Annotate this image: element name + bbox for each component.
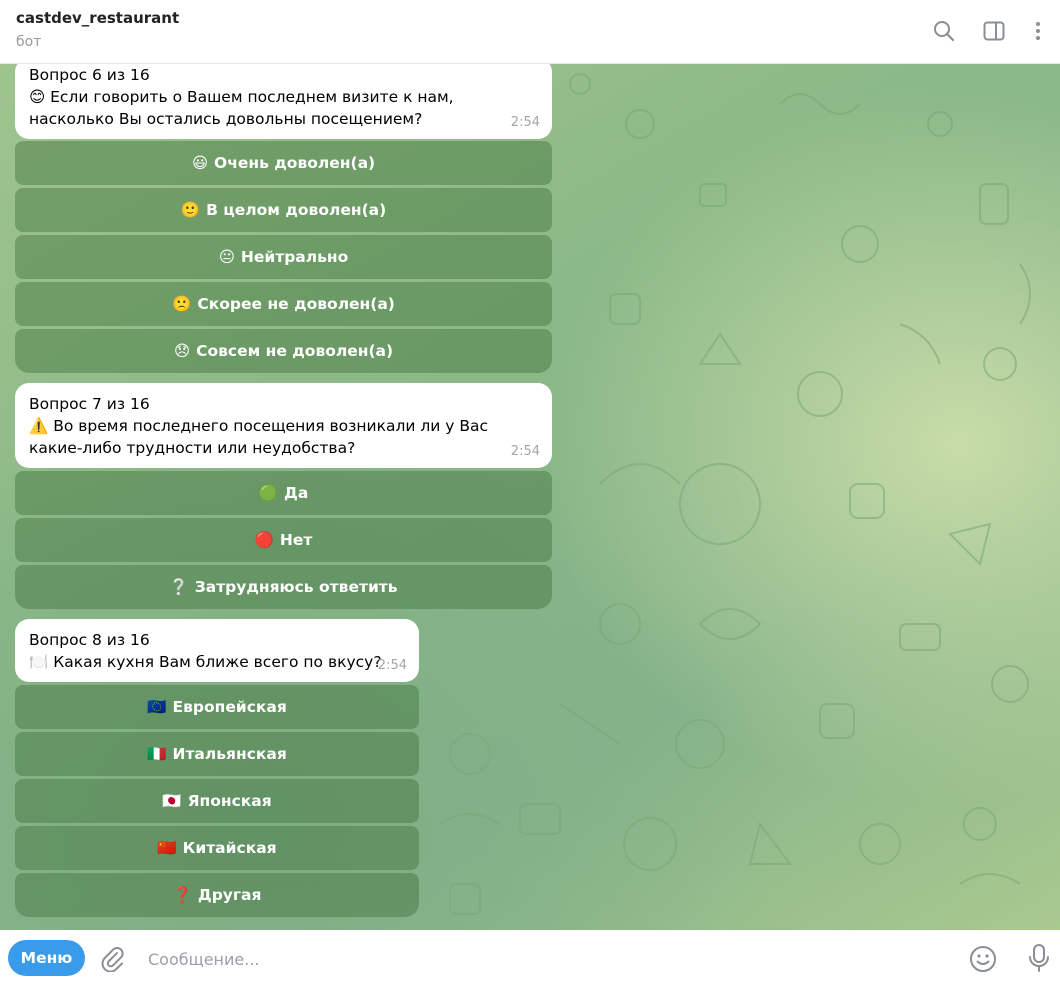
answer-button[interactable]: 🟢 Да	[15, 471, 552, 515]
question-counter: Вопрос 8 из 16	[29, 631, 150, 649]
neutral-face-icon: 😐	[218, 248, 235, 266]
answer-label: Скорее не доволен(а)	[197, 295, 395, 313]
answer-label: Итальянская	[172, 745, 287, 763]
answer-label: Японская	[187, 792, 272, 810]
message-bubble: Вопрос 8 из 16 🍽️ Какая кухня Вам ближе …	[15, 619, 419, 682]
sidebar-toggle-icon[interactable]	[981, 18, 1007, 44]
menu-button[interactable]: Меню	[8, 940, 85, 976]
answer-button[interactable]: 🔴 Нет	[15, 518, 552, 562]
paperclip-icon[interactable]	[98, 944, 126, 973]
green-circle-icon: 🟢	[258, 484, 279, 502]
answer-label: Очень доволен(а)	[214, 154, 376, 172]
answer-button[interactable]: 😐 Нейтрально	[15, 235, 552, 279]
message-time: 2:54	[377, 658, 407, 673]
answer-button[interactable]: 🇪🇺 Европейская	[15, 685, 419, 729]
emoji-icon[interactable]	[968, 944, 998, 974]
message-body: Во время последнего посещения возникали …	[29, 417, 489, 457]
message-text: ⚠️ Во время последнего посещения возника…	[29, 415, 538, 459]
message-body: Какая кухня Вам ближе всего по вкусу?	[53, 653, 382, 671]
message-text: 🍽️ Какая кухня Вам ближе всего по вкусу?	[29, 651, 405, 673]
answer-button[interactable]: ❓ Другая	[15, 873, 419, 917]
slight-smile-icon: 🙂	[180, 201, 201, 219]
answer-label: Нейтрально	[240, 248, 349, 266]
chat-header: castdev_restaurant бот	[0, 0, 1060, 64]
search-icon[interactable]	[931, 18, 957, 44]
answer-button[interactable]: 🇮🇹 Итальянская	[15, 732, 419, 776]
warning-icon: ⚠️	[29, 417, 49, 435]
chat-title[interactable]: castdev_restaurant	[16, 9, 179, 27]
message-body: Если говорить о Вашем последнем визите к…	[29, 88, 454, 128]
japan-flag-icon: 🇯🇵	[162, 792, 182, 810]
answer-button[interactable]: 😃 Очень доволен(а)	[15, 141, 552, 185]
microphone-icon[interactable]	[1026, 942, 1052, 974]
answer-label: Другая	[197, 886, 262, 904]
disappointed-face-icon: 😞	[173, 342, 191, 360]
china-flag-icon: 🇨🇳	[157, 839, 177, 857]
answer-button[interactable]: ❔ Затрудняюсь ответить	[15, 565, 552, 609]
more-vertical-icon[interactable]	[1025, 18, 1051, 44]
answer-button[interactable]: 🙂 В целом доволен(а)	[15, 188, 552, 232]
question-counter: Вопрос 6 из 16	[29, 66, 150, 84]
chat-area[interactable]: Вопрос 6 из 16 😊 Если говорить о Вашем п…	[0, 64, 1060, 930]
question-mark-icon: ❔	[169, 578, 189, 596]
answer-label: Затрудняюсь ответить	[194, 578, 398, 596]
frowning-face-icon: 🙁	[172, 295, 192, 313]
answer-button[interactable]: 🇯🇵 Японская	[15, 779, 419, 823]
plate-cutlery-icon: 🍽️	[29, 653, 49, 671]
answer-button[interactable]: 🇨🇳 Китайская	[15, 826, 419, 870]
grinning-face-icon: 😃	[191, 154, 209, 172]
answer-button[interactable]: 🙁 Скорее не доволен(а)	[15, 282, 552, 326]
answer-button[interactable]: 😞 Совсем не доволен(а)	[15, 329, 552, 373]
italy-flag-icon: 🇮🇹	[147, 745, 167, 763]
message-bubble: Вопрос 7 из 16 ⚠️ Во время последнего по…	[15, 383, 552, 468]
red-circle-icon: 🔴	[254, 531, 274, 549]
answer-label: Европейская	[172, 698, 287, 716]
answer-label: Нет	[279, 531, 313, 549]
message-time: 2:54	[510, 444, 540, 459]
smiling-face-icon: 😊	[29, 88, 46, 106]
answer-label: Китайская	[182, 839, 277, 857]
question-counter: Вопрос 7 из 16	[29, 395, 150, 413]
answer-label: Совсем не доволен(а)	[196, 342, 394, 360]
composer-bar: Меню	[0, 930, 1060, 985]
message-bubble: Вопрос 6 из 16 😊 Если говорить о Вашем п…	[15, 64, 552, 139]
message-time: 2:54	[510, 115, 540, 130]
red-question-mark-icon: ❓	[172, 886, 192, 904]
eu-flag-icon: 🇪🇺	[147, 698, 167, 716]
message-input[interactable]	[146, 942, 930, 976]
chat-subtitle: бот	[16, 34, 42, 50]
answer-label: В целом доволен(а)	[206, 201, 387, 219]
message-text: 😊 Если говорить о Вашем последнем визите…	[29, 86, 538, 130]
answer-label: Да	[284, 484, 309, 502]
